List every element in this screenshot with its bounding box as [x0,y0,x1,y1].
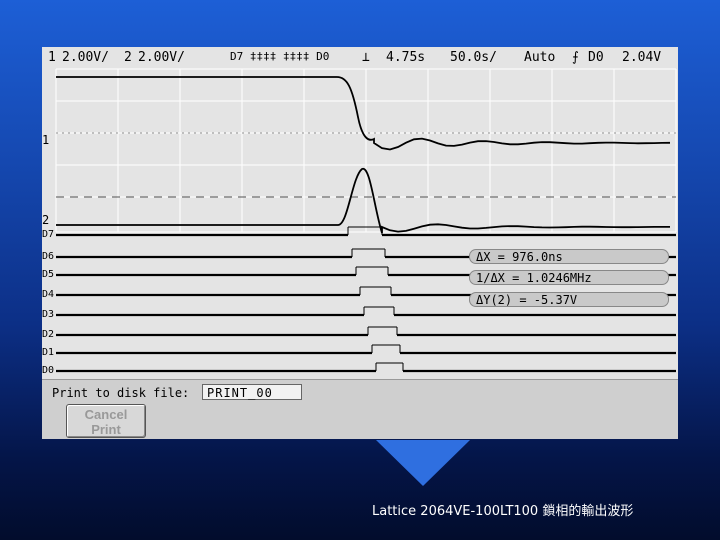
digital-trace [56,344,676,355]
digital-label-d6: D6 [42,251,55,262]
oscilloscope-screen: 1 2.00V/ 2 2.00V/ D7 ‡‡‡‡ ‡‡‡‡ D0 ⊥ 4.75… [42,47,678,439]
trigger-marker-icon: ⊥ [362,50,370,65]
measurement-delta-y: ΔY(2) = -5.37V [469,292,669,307]
digital-trace [56,306,676,317]
digital-channels[interactable]: D7 ‡‡‡‡ ‡‡‡‡ D0 [230,50,329,63]
digital-label-d2: D2 [42,329,55,340]
ch2-trace [56,168,670,234]
trigger-level[interactable]: 2.04V [622,50,661,65]
softkey-bar: Print to disk file: PRINT_00 Cancel Prin… [42,379,678,439]
time-offset[interactable]: 4.75s [386,50,425,65]
digital-label-d1: D1 [42,347,55,358]
trigger-edge-icon: ⨍ [572,50,579,65]
waveform-display [55,68,677,373]
digital-label-d4: D4 [42,289,55,300]
ch1-number[interactable]: 1 [48,50,56,65]
pointer-triangle-icon [376,440,470,486]
trigger-mode[interactable]: Auto [524,50,555,65]
measurement-delta-x: ΔX = 976.0ns [469,249,669,264]
status-header: 1 2.00V/ 2 2.00V/ D7 ‡‡‡‡ ‡‡‡‡ D0 ⊥ 4.75… [42,47,678,69]
slide-caption: Lattice 2064VE-100LT100 鎖相的輸出波形 [372,504,634,519]
ch2-scale[interactable]: 2.00V/ [138,50,185,65]
ch1-ground-marker[interactable]: 1 [42,133,49,147]
print-to-disk-label: Print to disk file: [52,386,190,400]
digital-trace [56,326,676,337]
digital-trace [56,362,676,373]
timebase[interactable]: 50.0s/ [450,50,497,65]
trigger-source[interactable]: D0 [588,50,604,65]
ch1-trace [56,76,671,151]
cancel-print-line2: Print [91,422,121,437]
digital-label-d7: D7 [42,229,55,240]
ch1-scale[interactable]: 2.00V/ [62,50,109,65]
print-filename-field[interactable]: PRINT_00 [202,384,302,400]
measurement-inverse-delta-x: 1/ΔX = 1.0246MHz [469,270,669,285]
digital-label-d5: D5 [42,269,55,280]
cancel-print-button[interactable]: Cancel Print [66,404,146,438]
digital-label-d0: D0 [42,365,55,376]
digital-label-d3: D3 [42,309,55,320]
cancel-print-line1: Cancel [84,407,128,422]
ch2-ground-marker[interactable]: 2 [42,213,49,227]
grid [55,68,677,233]
ch2-number[interactable]: 2 [124,50,132,65]
